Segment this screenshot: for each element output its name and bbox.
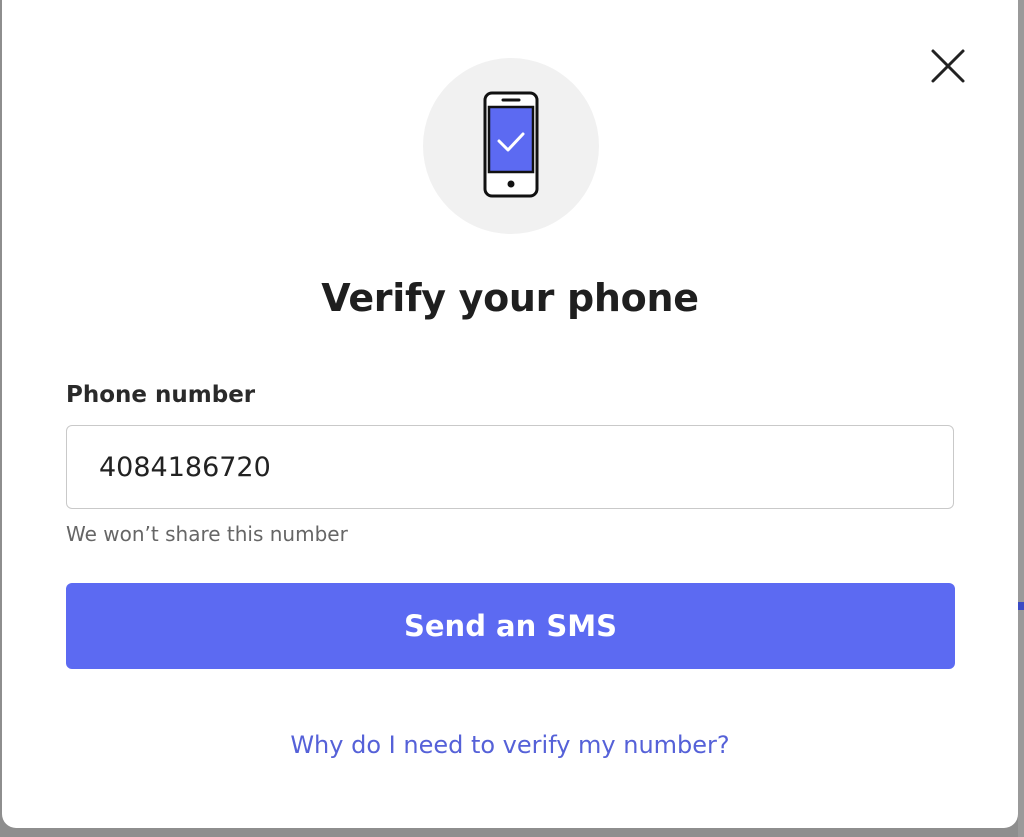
phone-number-input[interactable] bbox=[66, 425, 954, 509]
why-verify-link[interactable]: Why do I need to verify my number? bbox=[2, 731, 1018, 759]
close-button[interactable] bbox=[927, 45, 969, 87]
phone-number-label: Phone number bbox=[66, 382, 256, 408]
dialog-title: Verify your phone bbox=[321, 276, 699, 320]
background-edge bbox=[1018, 0, 1024, 837]
hero-illustration bbox=[423, 58, 599, 234]
close-icon bbox=[931, 49, 965, 83]
verify-phone-dialog: Verify your phone Phone number We won’t … bbox=[2, 0, 1018, 828]
background-accent bbox=[1018, 602, 1024, 610]
privacy-hint: We won’t share this number bbox=[66, 522, 348, 546]
phone-check-icon bbox=[483, 91, 539, 198]
send-sms-button[interactable]: Send an SMS bbox=[66, 583, 955, 669]
